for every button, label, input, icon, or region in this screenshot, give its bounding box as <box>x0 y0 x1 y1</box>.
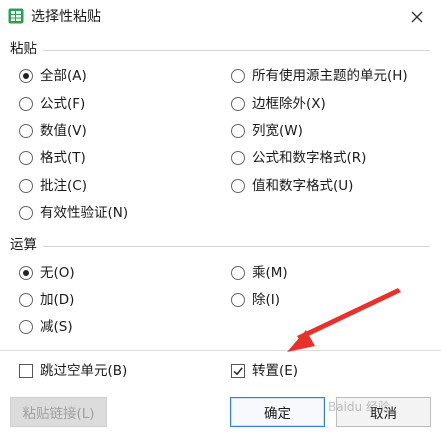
paste-special-dialog: 选择性粘贴 粘贴 全部(A) 公式(F) 数值(V) 格式(T) 批注(C) 有… <box>0 0 441 441</box>
red-arrow-icon <box>287 288 401 352</box>
